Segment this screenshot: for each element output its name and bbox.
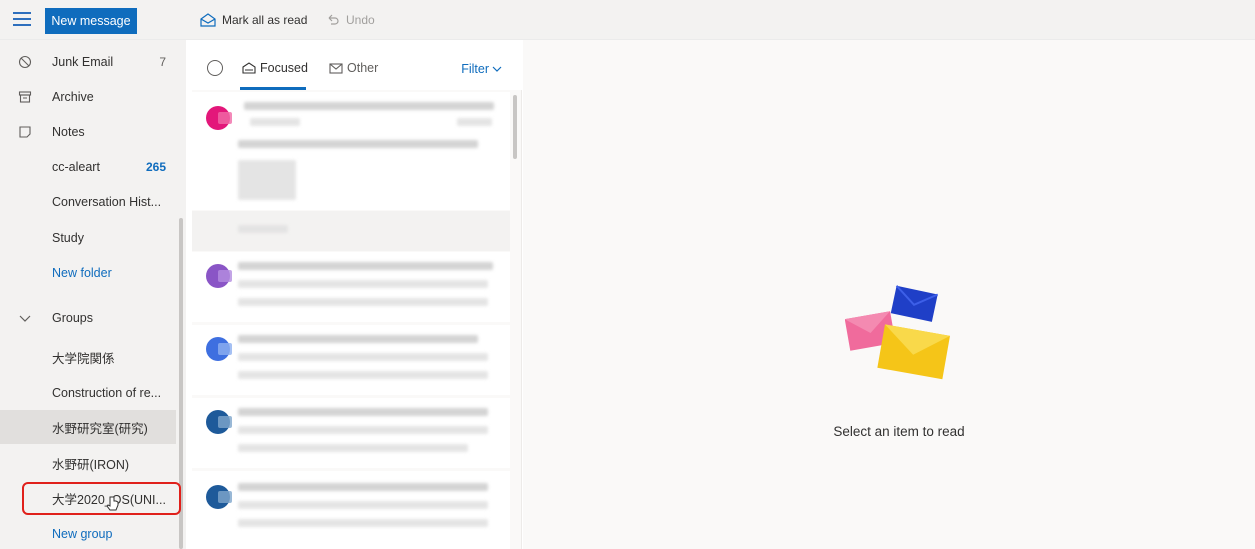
focused-icon: [242, 62, 256, 74]
folder-label: Study: [52, 231, 84, 245]
folder-conversation-history[interactable]: Conversation Hist...: [0, 185, 176, 219]
cursor-icon: [106, 496, 119, 511]
folder-label: Archive: [52, 90, 94, 104]
filter-label: Filter: [461, 62, 489, 76]
group-item[interactable]: 大学院関係: [0, 340, 176, 374]
list-item[interactable]: [192, 398, 510, 468]
folder-label: Junk Email: [52, 55, 114, 69]
list-item[interactable]: [192, 325, 510, 395]
list-item[interactable]: [192, 252, 510, 322]
notes-icon: [19, 126, 31, 138]
group-item-selected[interactable]: 水野研究室(研究): [0, 410, 176, 444]
tab-label: Other: [347, 61, 379, 75]
folder-archive[interactable]: Archive: [0, 80, 176, 114]
message-list-scrollbar[interactable]: [513, 95, 517, 159]
tab-label: Focused: [260, 61, 308, 75]
other-icon: [329, 63, 343, 74]
new-group-link[interactable]: New group: [0, 517, 176, 549]
tab-focused[interactable]: Focused: [242, 61, 308, 75]
folder-label: cc-aleart: [52, 160, 100, 174]
tab-other[interactable]: Other: [329, 61, 378, 75]
new-group-label: New group: [52, 527, 113, 541]
group-label: 大学院関係: [52, 351, 115, 366]
mark-all-read-button[interactable]: Mark all as read: [200, 13, 307, 27]
list-item[interactable]: [192, 471, 510, 549]
group-label: Construction of re...: [52, 386, 162, 400]
avatar: [206, 410, 232, 434]
folder-junk-email[interactable]: Junk Email 7: [0, 45, 176, 79]
empty-reading-pane-text: Select an item to read: [833, 424, 965, 439]
undo-button[interactable]: Undo: [326, 13, 375, 27]
undo-label: Undo: [346, 13, 375, 27]
archive-icon: [18, 91, 32, 103]
folder-pane: Junk Email 7 Archive Notes cc-aleart 265…: [0, 40, 186, 549]
envelope-open-icon: [200, 13, 216, 27]
avatar: [206, 337, 232, 361]
group-item[interactable]: 水野研(IRON): [0, 446, 176, 480]
new-folder-link[interactable]: New folder: [0, 256, 176, 290]
mark-all-read-label: Mark all as read: [222, 13, 308, 27]
check-circle-icon[interactable]: [207, 60, 223, 76]
top-toolbar: New message Mark all as read Undo: [0, 0, 1255, 40]
avatar: [206, 485, 232, 509]
undo-icon: [328, 14, 339, 25]
folder-label: Notes: [52, 125, 85, 139]
message-list-header: Focused Other Filter: [192, 40, 522, 90]
folder-label: Conversation Hist...: [52, 195, 162, 209]
folder-study[interactable]: Study: [0, 221, 176, 255]
group-label: 水野研究室(研究): [52, 421, 148, 436]
list-item[interactable]: [192, 92, 510, 210]
group-divider: [192, 211, 510, 251]
envelopes-illustration: [845, 285, 950, 380]
chevron-down-icon: [492, 66, 502, 72]
new-folder-label: New folder: [52, 266, 112, 280]
folder-notes[interactable]: Notes: [0, 115, 176, 149]
block-icon: [18, 55, 32, 69]
highlight-annotation: [22, 482, 181, 515]
groups-header[interactable]: Groups: [0, 301, 176, 335]
hamburger-icon[interactable]: [13, 12, 31, 28]
message-list: Focused Other Filter: [192, 40, 522, 549]
group-item[interactable]: Construction of re...: [0, 376, 176, 410]
avatar: [206, 106, 232, 130]
group-label: 水野研(IRON): [52, 457, 130, 472]
active-tab-indicator: [240, 87, 306, 90]
unread-count: 265: [145, 160, 166, 174]
chevron-down-icon: [19, 315, 31, 322]
reading-pane: Select an item to read: [523, 40, 1255, 549]
groups-label: Groups: [52, 311, 93, 325]
folder-cc-aleart[interactable]: cc-aleart 265: [0, 150, 176, 184]
unread-count: 7: [159, 55, 166, 69]
avatar: [206, 264, 232, 288]
filter-button[interactable]: Filter: [461, 62, 502, 76]
new-message-button[interactable]: New message: [45, 8, 137, 34]
